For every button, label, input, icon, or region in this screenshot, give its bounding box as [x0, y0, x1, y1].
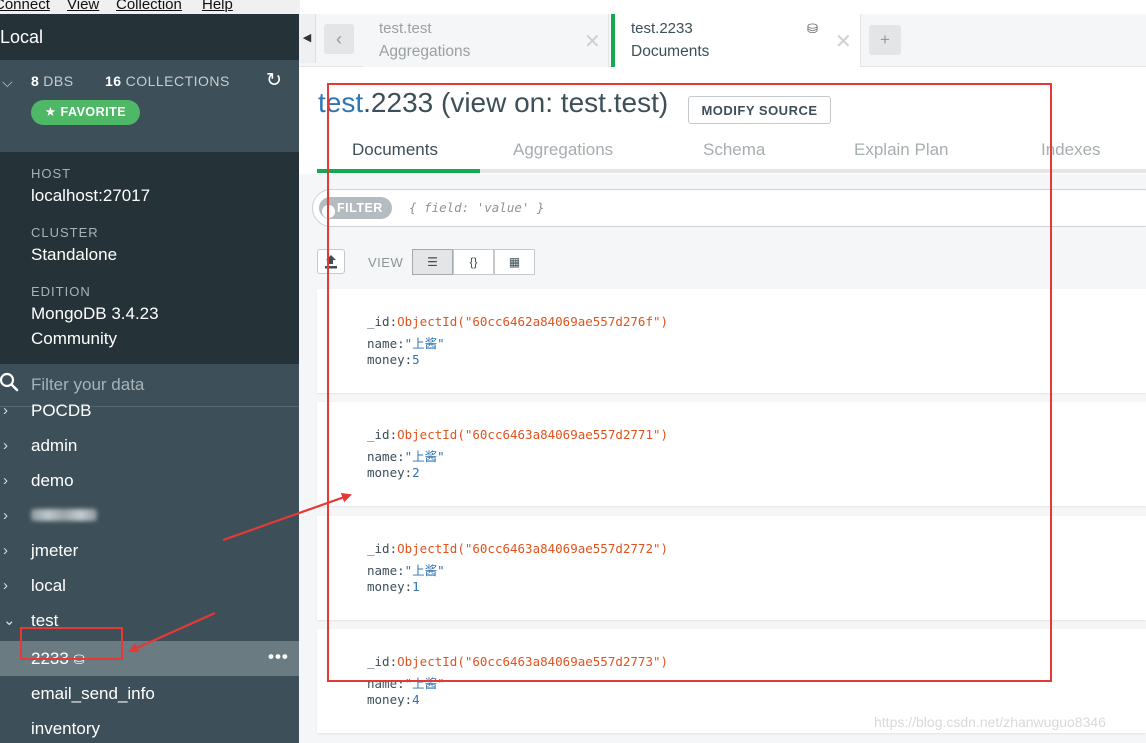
- chevron-right-icon: ›: [3, 472, 8, 489]
- sidebar-db-jmeter[interactable]: › jmeter: [0, 533, 299, 568]
- refresh-icon[interactable]: ↻: [266, 69, 282, 92]
- sidebar-db-pocdb[interactable]: › POCDB: [0, 393, 299, 428]
- tab-bar: ◀ ‹ test.test Aggregations ✕ test.2233 D…: [299, 14, 1146, 67]
- tab-scroll-left-button[interactable]: ‹: [324, 24, 354, 54]
- add-tab-button[interactable]: +: [869, 25, 901, 55]
- edition-label: EDITION: [31, 284, 91, 299]
- sidebar-db-redacted[interactable]: ›: [0, 498, 299, 533]
- blurred-db-name: [31, 509, 97, 521]
- chevron-right-icon: ›: [3, 437, 8, 454]
- edition-value: MongoDB 3.4.23: [31, 304, 159, 323]
- sidebar-collection-inventory[interactable]: inventory: [0, 711, 299, 743]
- chevron-right-icon: ›: [3, 402, 8, 419]
- search-icon: [0, 372, 19, 392]
- tab-test-test-aggregations[interactable]: test.test Aggregations ✕: [363, 14, 609, 67]
- annotation-box-documents: [327, 83, 1052, 682]
- sidebar-collection-email-send-info[interactable]: email_send_info: [0, 676, 299, 711]
- chevron-right-icon: ›: [3, 507, 8, 524]
- close-icon[interactable]: ✕: [584, 29, 601, 54]
- cluster-label: CLUSTER: [31, 225, 99, 240]
- close-icon[interactable]: ✕: [835, 29, 852, 54]
- menu-help[interactable]: Help: [202, 0, 233, 13]
- menu-connect[interactable]: Connect: [0, 0, 50, 13]
- host-label: HOST: [31, 166, 72, 181]
- annotation-box-collection: [20, 627, 123, 660]
- menu-view[interactable]: View: [67, 0, 99, 13]
- more-options-icon[interactable]: •••: [268, 639, 289, 674]
- menubar: Connect View Collection Help: [0, 0, 300, 14]
- sidebar-db-demo[interactable]: › demo: [0, 463, 299, 498]
- filter-placeholder: Filter your data: [31, 375, 145, 394]
- chevron-right-icon: ›: [3, 577, 8, 594]
- chevron-down-icon: ⌄: [3, 612, 16, 629]
- sidebar-title: Local: [0, 14, 299, 60]
- star-icon: ★: [44, 105, 57, 119]
- watermark: https://blog.csdn.net/zhanwuguo8346: [874, 714, 1106, 730]
- collapse-sidebar-icon[interactable]: ◀: [299, 14, 316, 63]
- tab-test-2233-documents[interactable]: test.2233 Documents ⛁ ✕: [611, 14, 861, 67]
- sidebar-db-local[interactable]: › local: [0, 568, 299, 603]
- dbs-count: 8 DBS: [31, 73, 74, 89]
- app-window: Connect View Collection Help Local ⌵ 8DB…: [0, 0, 1146, 743]
- collections-count: 16 COLLECTIONS: [105, 73, 230, 89]
- cluster-value: Standalone: [31, 245, 118, 264]
- sidebar-db-admin[interactable]: › admin: [0, 428, 299, 463]
- edition-value-2: Community: [31, 329, 117, 348]
- instance-info: HOST localhost:27017 CLUSTER Standalone …: [0, 152, 299, 364]
- menu-collection[interactable]: Collection: [116, 0, 182, 13]
- host-value: localhost:27017: [31, 186, 151, 205]
- favorite-button[interactable]: ★ FAVORITE: [31, 100, 140, 125]
- chevron-down-icon[interactable]: ⌵: [2, 74, 13, 91]
- sidebar-stats: ⌵ 8 DBS 16 COLLECTIONS ↻ ★ FAVORITE: [0, 60, 299, 152]
- chevron-right-icon: ›: [3, 542, 8, 559]
- view-icon: ⛁: [807, 21, 818, 36]
